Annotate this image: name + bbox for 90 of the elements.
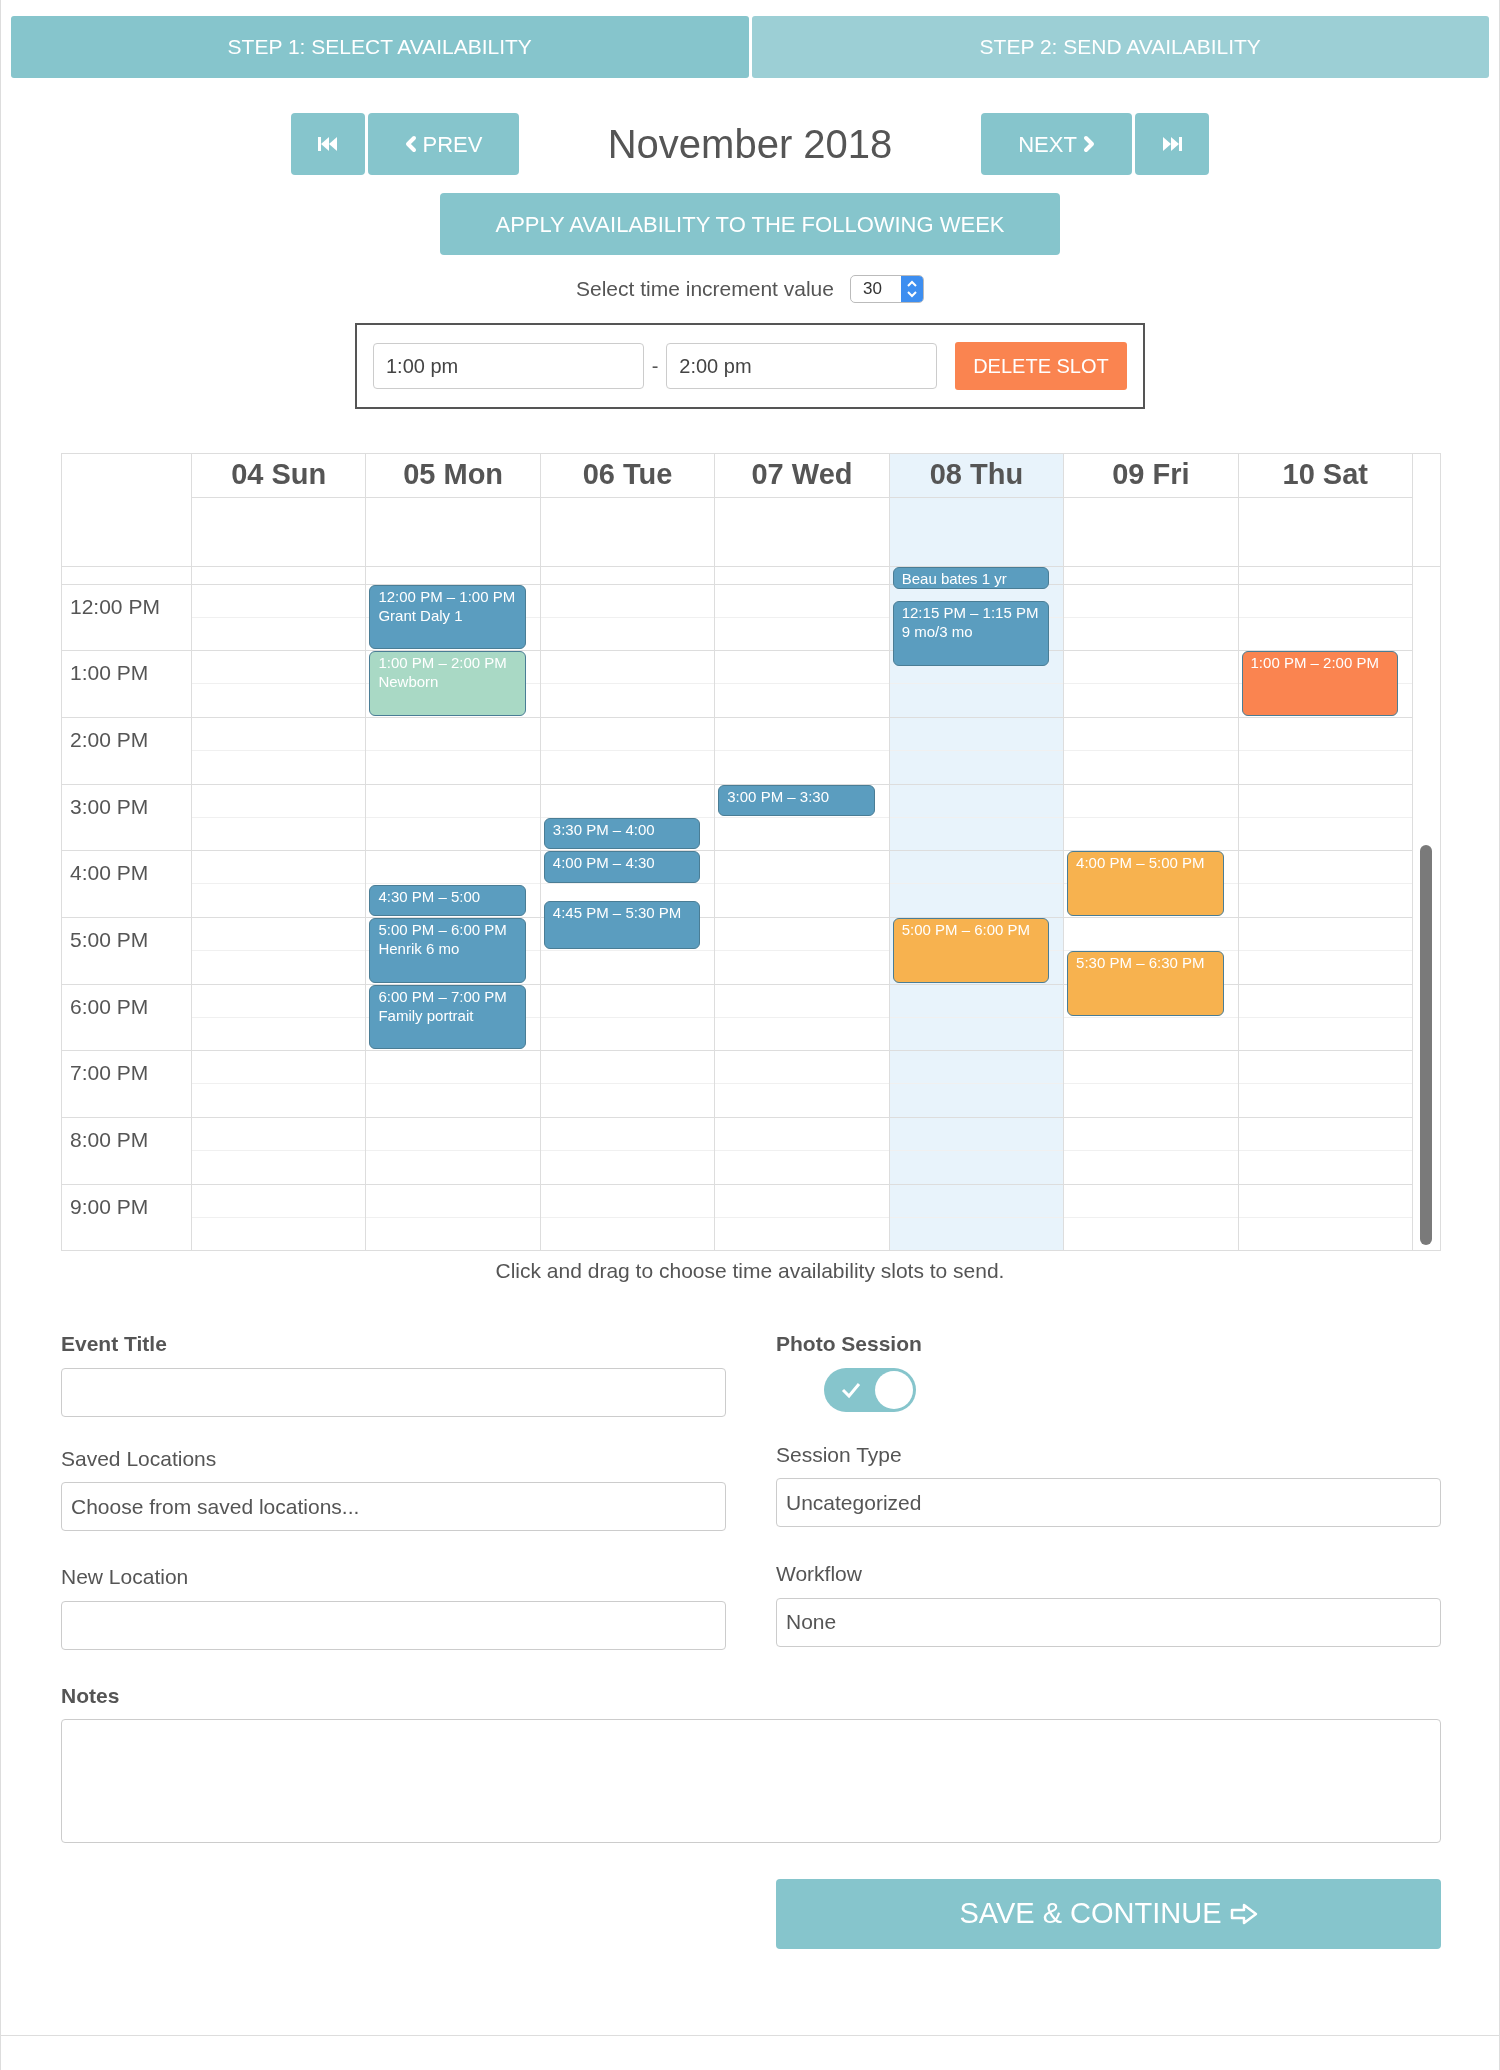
event-time: 5:30 PM – 6:30 PM xyxy=(1076,953,1206,973)
event-time: 5:00 PM – 6:00 PM xyxy=(378,920,508,939)
calendar-event[interactable]: 4:00 PM – 5:00 PM xyxy=(1067,851,1224,916)
hour-label: 2:00 PM xyxy=(70,727,149,751)
calendar-event[interactable]: 3:30 PM – 4:00 xyxy=(543,817,701,850)
session-type-select[interactable]: Uncategorized xyxy=(776,1478,1441,1527)
event-title: Newborn xyxy=(378,672,440,692)
field-label: Workflow xyxy=(776,1561,863,1587)
field-label: Photo Session xyxy=(776,1331,923,1357)
range-separator: - xyxy=(651,353,659,379)
event-time: 4:00 PM – 4:30 xyxy=(552,853,656,873)
calendar-event[interactable]: 1:00 PM – 2:00 PM Newborn xyxy=(369,651,526,716)
event-title: Grant Daly 1 xyxy=(378,605,464,625)
event-time: 1:00 PM – 2:00 PM xyxy=(1250,653,1380,673)
event-title: Henrik 6 mo xyxy=(378,939,461,958)
hour-label: 4:00 PM xyxy=(70,861,149,885)
end-time-field[interactable]: 2:00 pm xyxy=(666,342,937,389)
event-time: 4:00 PM – 5:00 PM xyxy=(1076,853,1206,873)
day-header: 10 Sat xyxy=(1238,453,1413,566)
field-label: Event Title xyxy=(61,1331,168,1357)
event-time: 3:00 PM – 3:30 xyxy=(727,786,830,806)
increment-select[interactable]: 30 xyxy=(849,274,924,303)
scrollbar-thumb[interactable] xyxy=(1419,844,1432,1245)
calendar-event[interactable]: 1:00 PM – 2:00 PM xyxy=(1241,651,1398,716)
skip-forward-icon xyxy=(1161,136,1183,152)
next-button[interactable]: NEXT xyxy=(981,113,1132,175)
hour-label: 8:00 PM xyxy=(70,1128,149,1151)
event-title-field[interactable] xyxy=(61,1367,726,1417)
hour-label: 9:00 PM xyxy=(70,1194,149,1218)
calendar-event[interactable]: 12:00 PM – 1:00 PM Grant Daly 1 xyxy=(369,584,526,650)
day-header: 07 Wed xyxy=(715,453,890,566)
step-tab[interactable]: STEP 2: SEND AVAILABILITY xyxy=(751,16,1489,78)
field-label: Session Type xyxy=(776,1441,903,1468)
calendar-event[interactable]: 5:00 PM – 6:00 PM Henrik 6 mo xyxy=(369,918,526,983)
calendar-event[interactable]: 5:30 PM – 6:30 PM xyxy=(1067,951,1224,1017)
chevron-right-icon xyxy=(1082,135,1095,153)
event-title: Family portrait xyxy=(378,1005,475,1025)
hour-label: 5:00 PM xyxy=(70,927,149,951)
hour-label: 12:00 PM xyxy=(70,594,160,618)
event-time: 5:00 PM – 6:00 PM xyxy=(901,920,1032,939)
calendar-event[interactable]: Beau bates 1 yr xyxy=(892,566,1050,589)
day-header: 09 Fri xyxy=(1064,453,1239,566)
event-time: 6:00 PM – 7:00 PM xyxy=(378,986,508,1006)
hour-label: 7:00 PM xyxy=(70,1061,149,1085)
step-tab[interactable]: STEP 1: SELECT AVAILABILITY xyxy=(11,16,749,78)
field-label: Notes xyxy=(61,1682,121,1709)
hour-label: 1:00 PM xyxy=(70,661,149,685)
stepper-icon xyxy=(900,275,923,302)
calendar-event[interactable]: 4:00 PM – 4:30 xyxy=(543,851,701,883)
field-label: New Location xyxy=(61,1564,190,1590)
day-header: 06 Tue xyxy=(540,453,716,566)
increment-label: Select time increment value xyxy=(576,276,834,302)
chevron-left-icon xyxy=(404,135,417,153)
calendar-event[interactable]: 3:00 PM – 3:30 xyxy=(718,784,875,816)
field-label: Saved Locations xyxy=(61,1445,218,1472)
workflow-select[interactable]: None xyxy=(776,1597,1441,1647)
month-title: November 2018 xyxy=(606,121,894,168)
hour-label: 6:00 PM xyxy=(70,994,149,1018)
saved-locations-select[interactable]: Choose from saved locations... xyxy=(61,1482,726,1531)
event-title: Beau bates 1 yr xyxy=(901,568,1008,588)
event-time: 12:15 PM – 1:15 PM xyxy=(901,603,1040,623)
calendar-event[interactable]: 5:00 PM – 6:00 PM xyxy=(892,918,1050,983)
event-time: 1:00 PM – 2:00 PM xyxy=(378,653,508,673)
check-icon xyxy=(840,1380,862,1399)
day-header: 08 Thu xyxy=(889,453,1065,566)
apply-availability-button[interactable]: APPLY AVAILABILITY TO THE FOLLOWING WEEK xyxy=(440,193,1060,255)
toggle-switch[interactable] xyxy=(824,1367,916,1412)
day-header: 05 Mon xyxy=(366,453,541,566)
first-button[interactable] xyxy=(291,113,365,175)
event-time: 12:00 PM – 1:00 PM xyxy=(378,586,517,606)
start-time-field[interactable]: 1:00 pm xyxy=(373,342,644,389)
event-time: 3:30 PM – 4:00 xyxy=(552,819,656,839)
hour-label: 3:00 PM xyxy=(70,794,149,818)
calendar-hint: Click and drag to choose time availability slots to send. xyxy=(494,1257,1006,1284)
day-header: 04 Sun xyxy=(192,453,367,566)
event-time: 4:45 PM – 5:30 PM xyxy=(552,903,683,923)
calendar-event[interactable]: 12:15 PM – 1:15 PM 9 mo/3 mo xyxy=(892,601,1050,666)
delete-slot-button[interactable]: DELETE SLOT xyxy=(954,341,1127,390)
skip-back-icon xyxy=(317,136,339,152)
last-button[interactable] xyxy=(1135,113,1209,175)
event-time: 4:30 PM – 5:00 xyxy=(378,886,482,906)
calendar-event[interactable]: 4:45 PM – 5:30 PM xyxy=(543,901,701,950)
calendar-event[interactable]: 6:00 PM – 7:00 PM Family portrait xyxy=(369,984,526,1050)
new-location-field[interactable] xyxy=(61,1600,726,1650)
save-continue-button[interactable]: SAVE & CONTINUE xyxy=(776,1879,1441,1949)
arrow-right-icon xyxy=(1229,1903,1258,1925)
notes-textarea[interactable] xyxy=(61,1719,1441,1843)
calendar-event[interactable]: 4:30 PM – 5:00 xyxy=(369,884,526,916)
prev-button[interactable]: PREV xyxy=(368,113,519,175)
event-title: 9 mo/3 mo xyxy=(901,622,974,642)
